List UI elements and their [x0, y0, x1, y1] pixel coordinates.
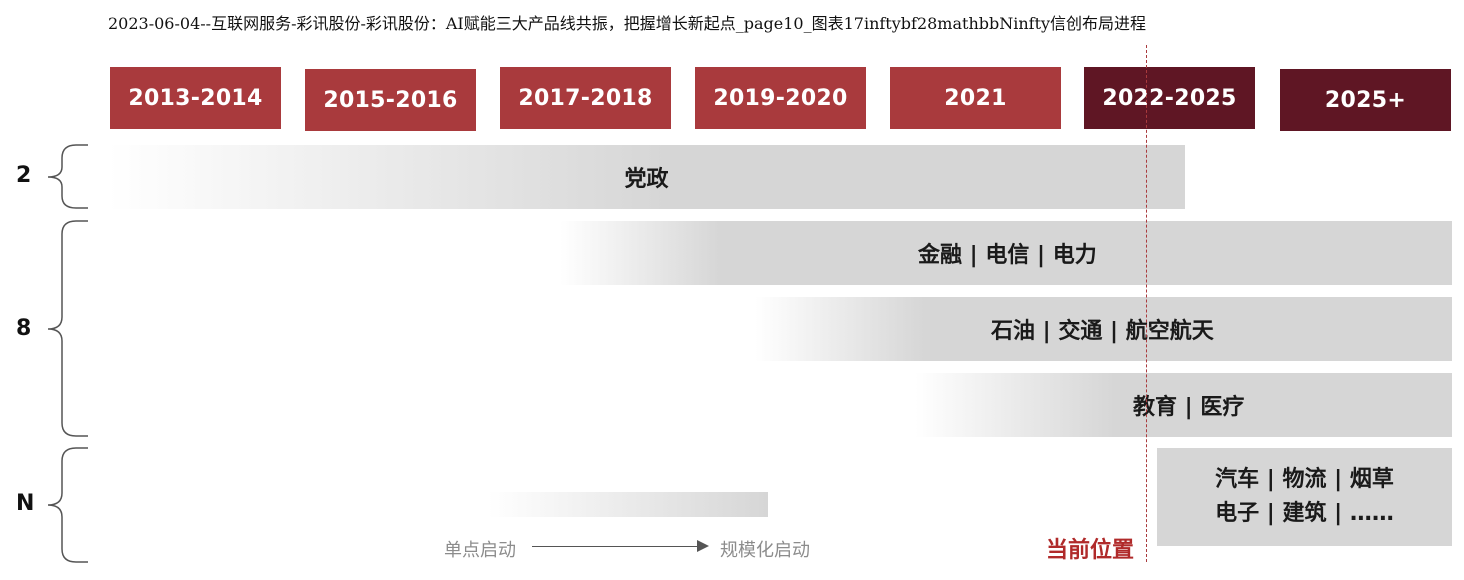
figure-caption: 2023-06-04--互联网服务-彩讯股份-彩讯股份：AI赋能三大产品线共振，… — [108, 14, 1147, 33]
period-2017-2018: 2017-2018 — [500, 67, 671, 129]
legend-arrow-line — [532, 546, 697, 547]
current-position-line — [1146, 45, 1147, 562]
tier-label-n: N — [16, 491, 35, 516]
band-oil-transport-aerospace: 石油 | 交通 | 航空航天 — [755, 297, 1452, 361]
band-party-label: 党政 — [624, 167, 669, 192]
band-finance-label: 金融 | 电信 | 电力 — [918, 243, 1097, 268]
brace-tier-n — [47, 447, 88, 563]
legend-single-point-start: 单点启动 — [444, 540, 516, 561]
band-pilot-gradient — [488, 492, 768, 517]
period-2013-2014: 2013-2014 — [110, 67, 281, 129]
period-2022-2025: 2022-2025 — [1084, 67, 1255, 129]
band-education-medical: 教育 | 医疗 — [915, 373, 1452, 437]
tier-label-2: 2 — [16, 163, 32, 188]
band-more-line1: 汽车 | 物流 | 烟草 — [1215, 467, 1394, 492]
period-2019-2020: 2019-2020 — [695, 67, 866, 129]
band-oil-label: 石油 | 交通 | 航空航天 — [991, 319, 1214, 344]
brace-tier-2 — [47, 144, 88, 209]
brace-tier-8 — [47, 220, 88, 437]
band-more-line2: 电子 | 建筑 | …… — [1215, 501, 1394, 526]
period-2025-plus: 2025+ — [1280, 69, 1451, 131]
band-other-industries: 汽车 | 物流 | 烟草 电子 | 建筑 | …… — [1157, 448, 1452, 546]
band-edu-label: 教育 | 医疗 — [1133, 395, 1245, 420]
band-party-government: 党政 — [108, 145, 1185, 209]
legend-scaled-start: 规模化启动 — [720, 540, 810, 561]
current-position-label: 当前位置 — [1046, 538, 1135, 563]
tier-braces — [47, 144, 88, 563]
band-finance-telecom-power: 金融 | 电信 | 电力 — [560, 221, 1452, 285]
period-2015-2016: 2015-2016 — [305, 69, 476, 131]
period-2021: 2021 — [890, 67, 1061, 129]
legend-arrow-icon — [697, 540, 709, 552]
tier-label-8: 8 — [16, 316, 32, 341]
